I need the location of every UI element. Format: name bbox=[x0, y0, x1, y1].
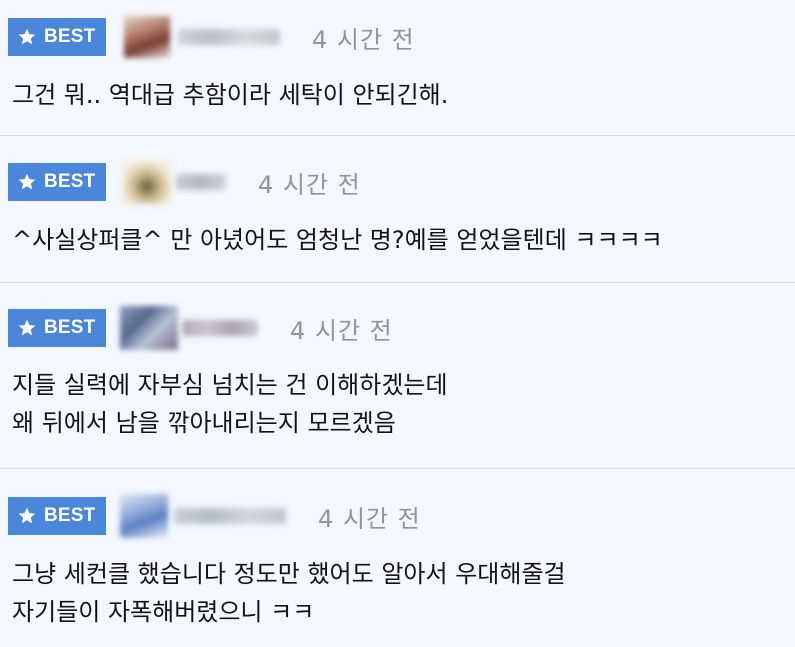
comment-line: 지들 실력에 자부심 넘치는 건 이해하겠는데 bbox=[12, 371, 448, 399]
comment-line: 그냥 세컨클 했습니다 정도만 했어도 알아서 우대해줄걸 bbox=[12, 560, 566, 588]
username-blurred[interactable] bbox=[182, 320, 258, 336]
star-icon bbox=[18, 319, 36, 336]
comment-meta: BEST 4 시간 전 bbox=[8, 494, 421, 538]
star-icon bbox=[18, 28, 36, 45]
comment-line: ^사실상퍼클^ 만 아녔어도 엄청난 명?예를 얻었을텐데 ㅋㅋㅋㅋ bbox=[12, 226, 663, 254]
comment-meta: BEST 4 시간 전 bbox=[8, 160, 361, 204]
best-badge-label: BEST bbox=[44, 26, 96, 47]
comment-time: 4 시간 전 bbox=[290, 316, 393, 345]
best-badge-label: BEST bbox=[44, 171, 96, 192]
star-icon bbox=[18, 173, 36, 190]
divider bbox=[0, 282, 795, 283]
username-blurred[interactable] bbox=[178, 29, 280, 45]
comment-line: 자기들이 자폭해버렸으니 ㅋㅋ bbox=[12, 598, 315, 626]
comment-time: 4 시간 전 bbox=[318, 504, 421, 533]
avatar[interactable] bbox=[122, 160, 172, 204]
avatar[interactable] bbox=[120, 306, 178, 350]
best-badge: BEST bbox=[8, 309, 106, 347]
username-blurred[interactable] bbox=[174, 508, 286, 524]
comment-text: 그건 뭐.. 역대급 추함이라 세탁이 안되긴해. bbox=[12, 76, 448, 114]
avatar[interactable] bbox=[124, 16, 170, 58]
divider bbox=[0, 468, 795, 469]
comment-text: ^사실상퍼클^ 만 아녔어도 엄청난 명?예를 얻었을텐데 ㅋㅋㅋㅋ bbox=[12, 221, 663, 259]
star-icon bbox=[18, 507, 36, 524]
best-badge: BEST bbox=[8, 18, 106, 56]
comment-meta: BEST 4 시간 전 bbox=[8, 306, 393, 350]
best-badge: BEST bbox=[8, 163, 106, 201]
comment-text: 그냥 세컨클 했습니다 정도만 했어도 알아서 우대해줄걸 자기들이 자폭해버렸… bbox=[12, 555, 566, 631]
username-blurred[interactable] bbox=[176, 174, 226, 190]
best-badge: BEST bbox=[8, 497, 106, 535]
avatar[interactable] bbox=[120, 494, 168, 538]
comment-time: 4 시간 전 bbox=[258, 170, 361, 199]
comment-time: 4 시간 전 bbox=[312, 25, 415, 54]
comment-text: 지들 실력에 자부심 넘치는 건 이해하겠는데 왜 뒤에서 남을 깎아내리는지 … bbox=[12, 366, 448, 442]
comment-line: 그건 뭐.. 역대급 추함이라 세탁이 안되긴해. bbox=[12, 81, 449, 109]
best-badge-label: BEST bbox=[44, 317, 96, 338]
divider bbox=[0, 135, 795, 136]
comment-line: 왜 뒤에서 남을 깎아내리는지 모르겠음 bbox=[12, 409, 396, 437]
best-badge-label: BEST bbox=[44, 505, 96, 526]
comment-meta: BEST 4 시간 전 bbox=[8, 16, 415, 58]
